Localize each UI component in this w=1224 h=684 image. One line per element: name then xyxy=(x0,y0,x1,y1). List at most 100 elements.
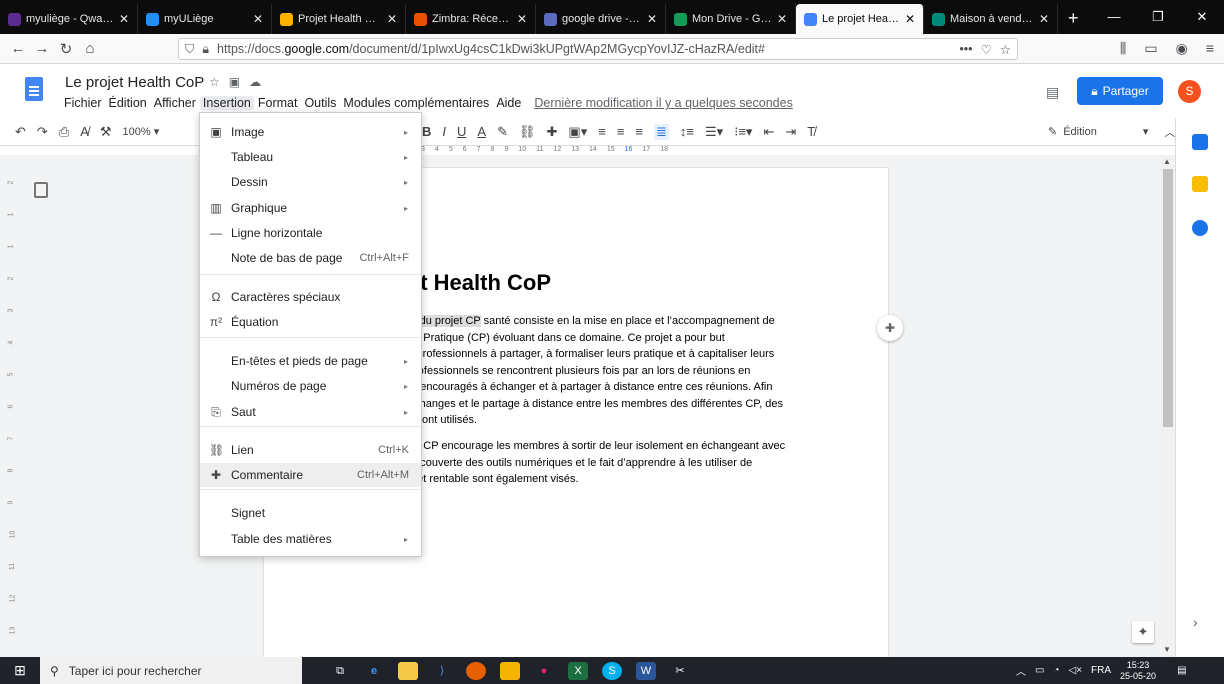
spellcheck-icon[interactable]: A̸ xyxy=(80,124,89,139)
menu-item[interactable]: Outils xyxy=(304,96,336,110)
browser-tab[interactable]: google drive - Qwa ✕ xyxy=(536,4,666,34)
forward-icon[interactable]: → xyxy=(30,40,54,57)
insert-menu-item[interactable]: ▥ Graphique ▸ xyxy=(200,196,421,220)
horizontal-ruler[interactable]: 3 4 5 6 7 8 9 10 11 12 13 14 15 16 17 18 xyxy=(421,146,891,155)
insert-menu-item[interactable]: ▣ Image ▸ xyxy=(200,120,421,144)
taskbar-search-box[interactable]: ⚲ Taper ici pour rechercher xyxy=(40,657,302,684)
decrease-indent-icon[interactable]: ⇤ xyxy=(763,124,774,140)
chat-icon[interactable]: ● xyxy=(534,662,554,680)
align-left-icon[interactable]: ≡ xyxy=(598,124,606,139)
edge-icon[interactable]: e xyxy=(364,662,384,680)
share-button[interactable]: 🔒︎ Partager xyxy=(1077,77,1163,105)
menu-item[interactable]: Modules complémentaires xyxy=(343,96,489,110)
sticky-notes-icon[interactable] xyxy=(500,661,520,680)
restore-icon[interactable]: ❐ xyxy=(1136,0,1180,34)
cloud-saved-icon[interactable]: ☁ xyxy=(249,75,261,89)
sidebar-icon[interactable]: ▭ xyxy=(1144,40,1157,57)
text-color-icon[interactable]: A xyxy=(477,124,486,139)
clock[interactable]: 15:23 25-05-20 xyxy=(1120,660,1156,682)
browser-tab[interactable]: myULiège ✕ xyxy=(138,4,272,34)
insert-menu-item[interactable]: Table des matières ▸ xyxy=(200,527,421,551)
tab-close-icon[interactable]: ✕ xyxy=(119,12,129,26)
show-hidden-icons-icon[interactable]: ︿ xyxy=(1016,663,1026,678)
bookmark-star-icon[interactable]: ☆ xyxy=(1000,42,1011,57)
insert-menu-item[interactable]: Tableau ▸ xyxy=(200,145,421,169)
url-bar[interactable]: ⛉ 🔒︎ https://docs.google.com/document/d/… xyxy=(178,38,1018,60)
avatar[interactable]: S xyxy=(1178,80,1201,103)
vertical-scrollbar[interactable]: ▲ ▼ xyxy=(1161,155,1175,657)
snipping-tool-icon[interactable]: ✂ xyxy=(670,662,690,680)
tab-close-icon[interactable]: ✕ xyxy=(647,12,657,26)
clear-formatting-icon[interactable]: T̸ xyxy=(807,124,815,139)
browser-tab[interactable]: Zimbra: Réception ✕ xyxy=(406,4,536,34)
tab-close-icon[interactable]: ✕ xyxy=(253,12,263,26)
insert-menu-item[interactable]: En-têtes et pieds de page ▸ xyxy=(200,349,421,373)
menu-item[interactable]: Édition xyxy=(109,96,147,110)
scroll-down-icon[interactable]: ▼ xyxy=(1163,645,1171,654)
insert-menu-item[interactable]: ⛓ Lien Ctrl+K xyxy=(200,438,421,462)
wifi-icon[interactable]: ◔ xyxy=(1053,665,1059,676)
library-icon[interactable]: ⫼ xyxy=(1120,40,1126,57)
last-edit-link[interactable]: Dernière modification il y a quelques se… xyxy=(534,96,792,110)
calendar-icon[interactable] xyxy=(1192,134,1208,150)
scrollbar-thumb[interactable] xyxy=(1163,169,1173,427)
undo-icon[interactable]: ↶ xyxy=(15,124,26,140)
new-tab-button[interactable]: + xyxy=(1058,4,1089,34)
increase-indent-icon[interactable]: ⇥ xyxy=(785,124,796,140)
account-icon[interactable]: ◉ xyxy=(1176,40,1188,57)
highlight-icon[interactable]: ✎ xyxy=(497,124,508,140)
zoom-select[interactable]: 100% ▾ xyxy=(123,125,160,138)
menu-item[interactable]: Fichier xyxy=(64,96,102,110)
back-icon[interactable]: ← xyxy=(6,40,30,57)
menu-item[interactable]: Afficher xyxy=(154,96,196,110)
checklist-icon[interactable]: ☰▾ xyxy=(705,124,723,140)
document-title[interactable]: Le projet Health CoP xyxy=(65,74,204,91)
insert-menu-item[interactable]: π² Équation xyxy=(200,310,421,334)
insert-comment-icon[interactable]: ✚ xyxy=(547,124,558,140)
insert-menu-item[interactable]: Numéros de page ▸ xyxy=(200,374,421,398)
word-icon[interactable]: W xyxy=(636,661,656,680)
insert-menu-item[interactable]: ⎘ Saut ▸ xyxy=(200,400,421,424)
line-spacing-icon[interactable]: ↕≡ xyxy=(680,124,694,139)
link-icon[interactable]: ⛓ xyxy=(519,124,536,140)
close-window-icon[interactable]: ✕ xyxy=(1180,0,1224,34)
insert-menu-item[interactable]: Ω Caractères spéciaux xyxy=(200,285,421,309)
firefox-icon[interactable] xyxy=(466,661,486,680)
task-view-icon[interactable]: ⧉ xyxy=(330,662,350,680)
lock-icon[interactable]: 🔒︎ xyxy=(202,42,209,57)
menu-item[interactable]: Insertion xyxy=(199,96,254,110)
skype-icon[interactable]: S xyxy=(602,661,622,680)
reload-icon[interactable]: ↻ xyxy=(54,40,78,58)
bold-icon[interactable]: B xyxy=(422,124,431,139)
tab-close-icon[interactable]: ✕ xyxy=(517,12,527,26)
insert-menu-item[interactable]: ✚ Commentaire Ctrl+Alt+M xyxy=(200,463,421,487)
bulleted-list-icon[interactable]: ⁝≡▾ xyxy=(734,124,752,140)
print-icon[interactable]: ⎙ xyxy=(59,124,69,140)
chevron-right-icon[interactable]: › xyxy=(1193,614,1198,630)
tab-close-icon[interactable]: ✕ xyxy=(777,12,787,26)
paint-format-icon[interactable]: ⚒ xyxy=(100,124,112,140)
italic-icon[interactable]: I xyxy=(442,124,446,139)
page-actions-icon[interactable]: ••• xyxy=(959,42,972,57)
menu-item[interactable]: Format xyxy=(258,96,298,110)
insert-menu-item[interactable]: — Ligne horizontale xyxy=(200,221,421,245)
tasks-icon[interactable] xyxy=(1192,220,1208,236)
home-icon[interactable]: ⌂ xyxy=(78,40,102,57)
tab-close-icon[interactable]: ✕ xyxy=(1039,12,1049,26)
notifications-icon[interactable]: ▤ xyxy=(1177,665,1186,676)
document-outline-icon[interactable] xyxy=(34,182,48,198)
insert-menu-item[interactable]: Note de bas de page Ctrl+Alt+F xyxy=(200,246,421,270)
vscode-icon[interactable]: ⟩ xyxy=(432,662,452,680)
align-right-icon[interactable]: ≡ xyxy=(635,124,643,139)
insert-menu-item[interactable]: Signet xyxy=(200,501,421,525)
tab-close-icon[interactable]: ✕ xyxy=(387,12,397,26)
menu-item[interactable]: Aide xyxy=(496,96,521,110)
windows-start-icon[interactable]: ⊞ xyxy=(0,662,40,679)
keep-icon[interactable] xyxy=(1192,176,1208,192)
pocket-icon[interactable]: ♡ xyxy=(981,42,992,57)
insert-image-icon[interactable]: ▣▾ xyxy=(568,124,587,140)
collapse-toolbar-icon[interactable]: ︿ xyxy=(1164,124,1175,140)
tab-close-icon[interactable]: ✕ xyxy=(905,12,915,26)
scroll-up-icon[interactable]: ▲ xyxy=(1163,157,1171,166)
explore-icon[interactable]: ✦ xyxy=(1132,621,1154,643)
